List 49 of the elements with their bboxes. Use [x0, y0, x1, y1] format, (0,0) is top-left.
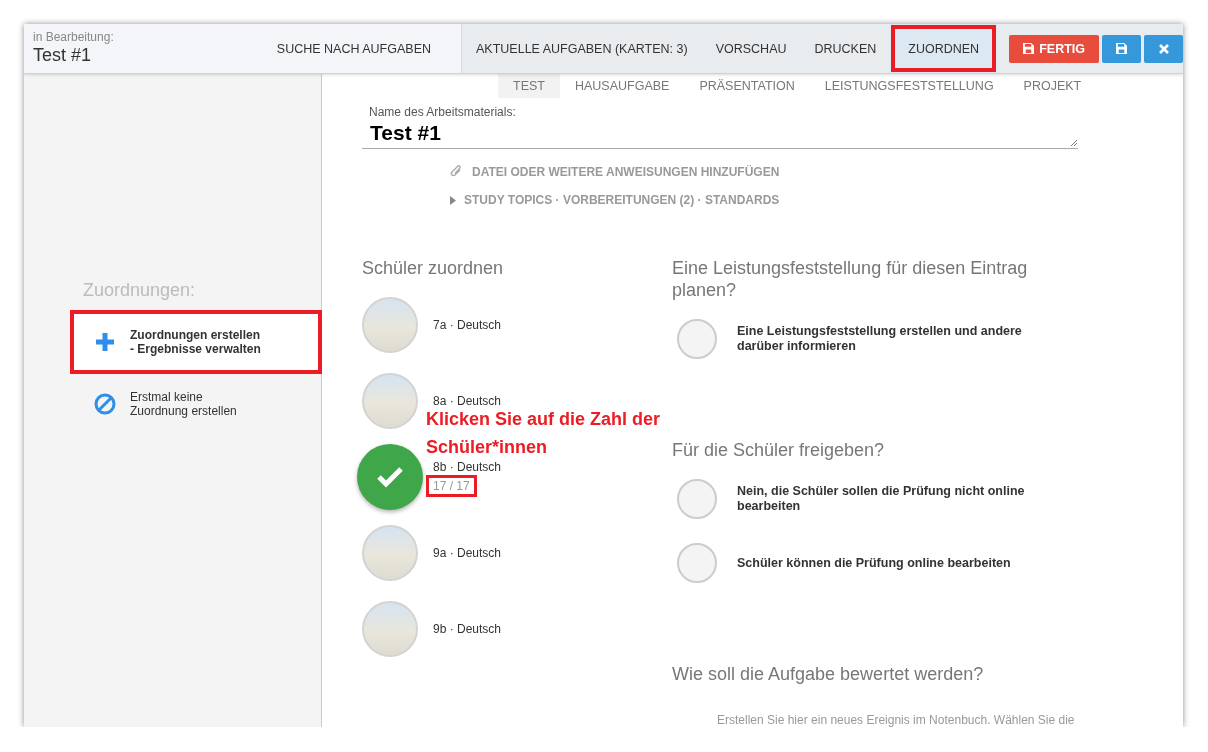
annotation-text: Klicken Sie auf die Zahl der Schüler*innen: [426, 408, 662, 459]
section-heading: Eine Leistungsfeststellung für diesen Eintrag planen?: [672, 257, 1029, 301]
type-tab[interactable]: PROJEKT: [1008, 74, 1097, 98]
plus-icon: [94, 331, 116, 353]
radio-option[interactable]: Eine Leistungsfeststellung erstellen und andere darüber informieren: [672, 319, 1092, 359]
nav-tab[interactable]: DRUCKEN: [800, 24, 891, 73]
close-icon: [1158, 43, 1169, 54]
radio-option[interactable]: Schüler können die Prüfung online bearbeiten: [672, 543, 1092, 583]
section-heading: Wie soll die Aufgabe bewertet werden?: [672, 663, 985, 685]
assigned-avatar[interactable]: [357, 444, 423, 510]
nav-tab[interactable]: ZUORDNEN: [890, 24, 998, 73]
header-title: Test #1: [33, 45, 93, 66]
paperclip-icon: [450, 165, 464, 179]
radio-circle[interactable]: [677, 319, 717, 359]
type-tab[interactable]: PRÄSENTATION: [684, 74, 810, 98]
class-label: 8a · Deutsch: [433, 394, 502, 408]
help-text: Erstellen Sie hier ein neues Ereignis im Notenbuch. Wählen Sie die: [717, 713, 1076, 727]
radio-option[interactable]: Nein, die Schüler sollen die Prüfung nicht online bearbeiten: [672, 479, 1092, 519]
sidebar-item[interactable]: Erstmal keine Zuordnung erstellen: [70, 374, 322, 434]
radio-circle[interactable]: [677, 479, 717, 519]
nav-tab[interactable]: VORSCHAU: [701, 24, 801, 73]
photo-placeholder[interactable]: [362, 297, 418, 353]
editing-caption: in Bearbeitung:: [33, 30, 115, 44]
type-tab[interactable]: HAUSAUFGABE: [559, 74, 685, 98]
sidebar-heading: Zuordnungen:: [83, 280, 197, 301]
check-icon: [377, 466, 403, 488]
prohibited-icon: [94, 393, 116, 415]
class-label: 9b · Deutsch: [433, 622, 502, 636]
class-label: 7a · Deutsch: [433, 318, 502, 332]
section-heading: Für die Schüler freigeben?: [672, 439, 886, 461]
nav-tab[interactable]: AKTUELLE AUFGABEN (KARTEN: 3): [462, 24, 702, 73]
title-input-field[interactable]: Test #1: [362, 118, 1078, 149]
radio-circle[interactable]: [677, 543, 717, 583]
field-label: Name des Arbeitsmaterials:: [369, 104, 517, 119]
sidebar-item[interactable]: Zuordnungen erstellen - Ergebnisse verwalten: [70, 310, 322, 374]
class-label: 9a · Deutsch: [433, 546, 502, 560]
save-button[interactable]: [1102, 34, 1141, 63]
finish-button[interactable]: FERTIG: [1009, 34, 1099, 63]
close-button[interactable]: [1144, 34, 1183, 63]
photo-placeholder[interactable]: [362, 601, 418, 657]
section-heading: Schüler zuordnen: [362, 258, 504, 278]
resize-handle-icon: [1070, 139, 1078, 148]
caret-icon: [450, 195, 456, 205]
photo-placeholder[interactable]: [362, 373, 418, 429]
class-label: 8b · Deutsch: [433, 460, 502, 474]
type-tab[interactable]: TEST: [498, 74, 560, 98]
photo-placeholder[interactable]: [362, 525, 418, 581]
nav-tab[interactable]: SUCHE NACH AUFGABEN: [262, 24, 445, 73]
type-tab[interactable]: LEISTUNGSFESTSTELLUNG: [809, 74, 1009, 98]
